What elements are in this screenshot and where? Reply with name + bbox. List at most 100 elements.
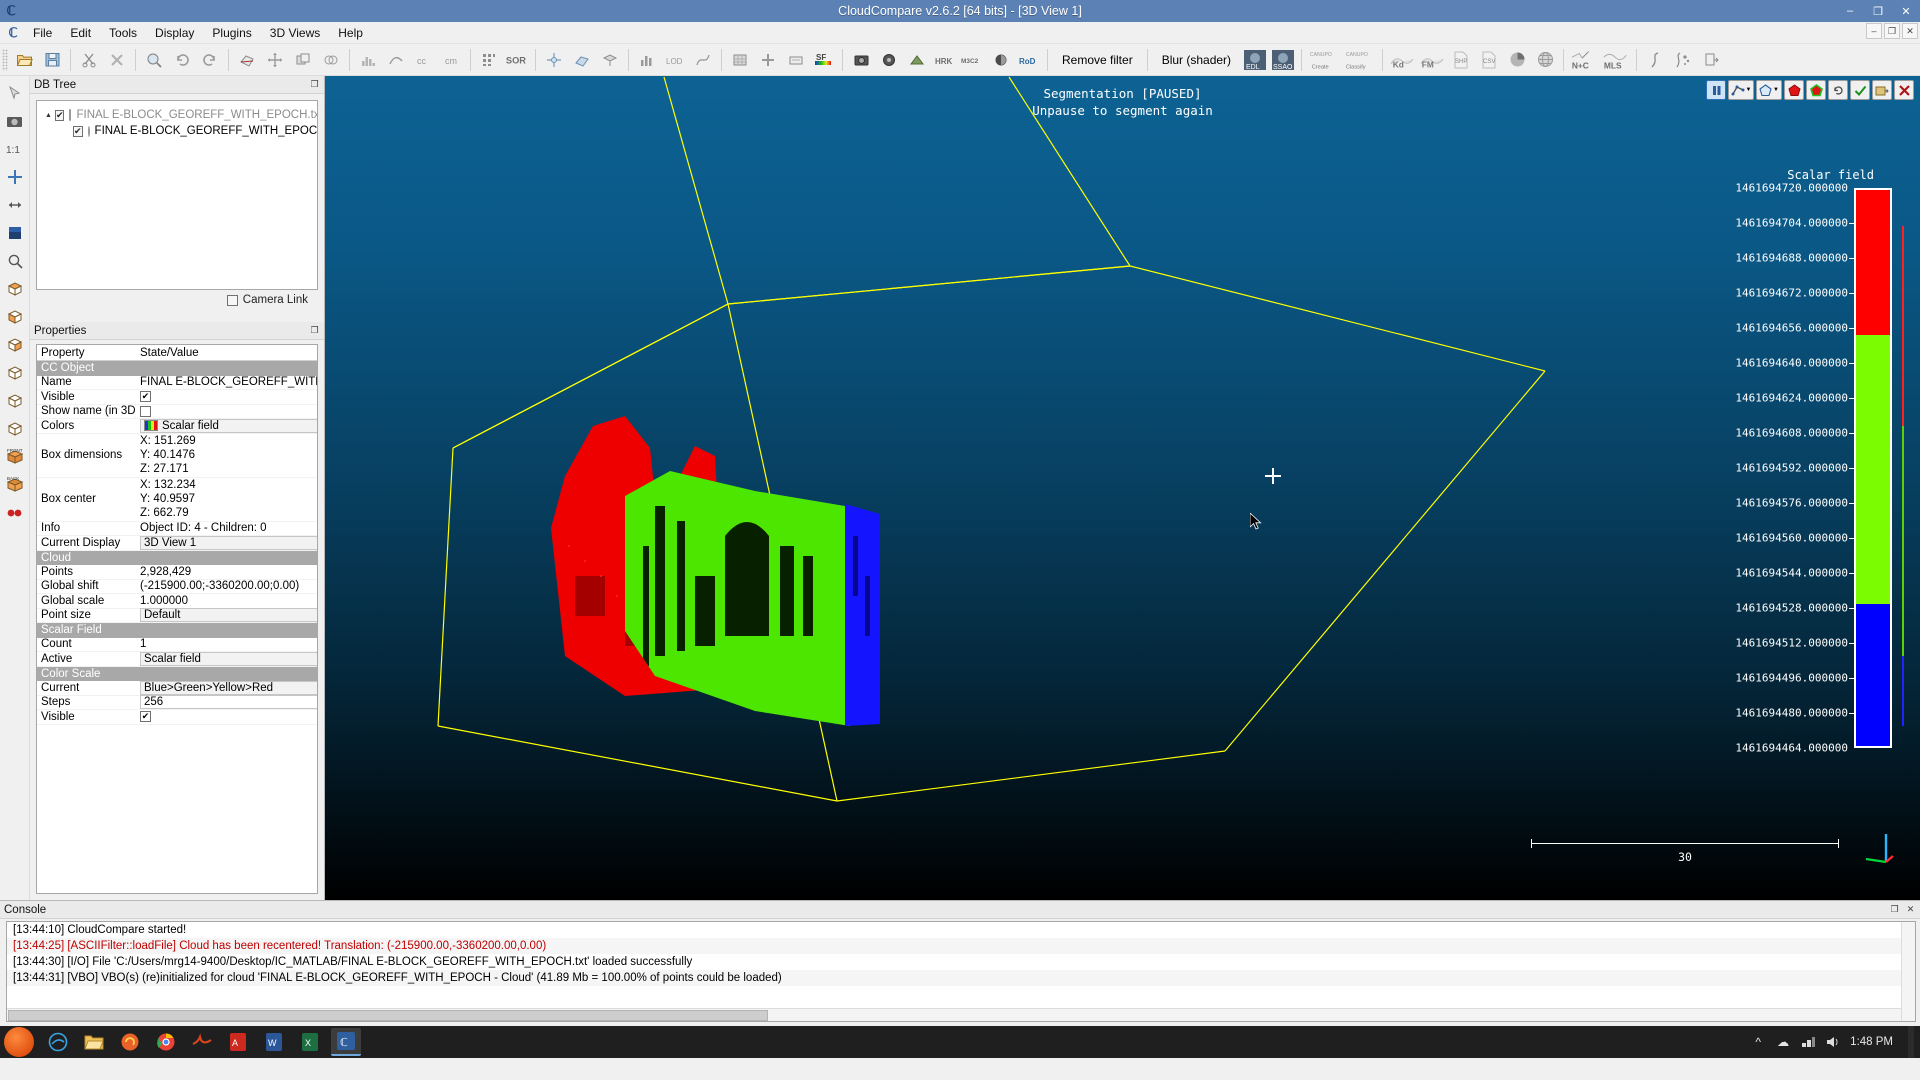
- cancel-segmentation-button[interactable]: [1894, 80, 1914, 100]
- taskbar-chrome-icon[interactable]: [151, 1028, 181, 1056]
- menu-item-tools[interactable]: Tools: [100, 23, 146, 43]
- mls-icon[interactable]: MLS: [1601, 47, 1631, 73]
- show-desktop-button[interactable]: [1908, 1026, 1914, 1058]
- polyline-tool-button[interactable]: ▼: [1728, 80, 1754, 100]
- redo-icon[interactable]: [197, 47, 223, 73]
- pcv-icon[interactable]: [988, 47, 1014, 73]
- globe-icon[interactable]: [1532, 47, 1558, 73]
- toolbar-grip[interactable]: [2, 49, 8, 71]
- compute-distances-icon[interactable]: [383, 47, 409, 73]
- raster-icon[interactable]: [727, 47, 753, 73]
- prop-color-scale-combo[interactable]: Blue>Green>Yellow>Red ▼: [140, 681, 318, 695]
- view-back-labeled-icon[interactable]: BACK: [2, 472, 28, 498]
- view-bottom-icon[interactable]: [2, 304, 28, 330]
- magnifier-icon[interactable]: [2, 248, 28, 274]
- db-tree-file-checkbox[interactable]: [55, 110, 65, 121]
- prop-visible-checkbox[interactable]: ✔: [140, 391, 151, 402]
- merge-icon[interactable]: [318, 47, 344, 73]
- normals-curvature-icon[interactable]: N+C: [1569, 47, 1599, 73]
- open-file-icon[interactable]: [11, 47, 37, 73]
- polygon-select-button[interactable]: ▼: [1756, 80, 1782, 100]
- shp-export-icon[interactable]: SHP: [1448, 47, 1474, 73]
- render-to-file-icon[interactable]: [848, 47, 874, 73]
- stats-icon[interactable]: [634, 47, 660, 73]
- console-body[interactable]: [13:44:10] CloudCompare started! [13:44:…: [6, 921, 1916, 1022]
- reset-segmentation-button[interactable]: [1828, 80, 1848, 100]
- view-top-icon[interactable]: [2, 276, 28, 302]
- expand-triangle-icon[interactable]: ▲: [45, 110, 52, 120]
- ssao-shader-icon[interactable]: SSAO: [1270, 47, 1296, 73]
- confirm-segmentation-button[interactable]: [1850, 80, 1870, 100]
- camera-icon[interactable]: [2, 108, 28, 134]
- taskbar-edge-icon[interactable]: [43, 1028, 73, 1056]
- prop-colors-combo[interactable]: Scalar field ▼: [140, 419, 318, 433]
- rod-icon[interactable]: RoD: [1016, 47, 1042, 73]
- console-hscroll-thumb[interactable]: [8, 1010, 768, 1021]
- maximize-button[interactable]: ❐: [1864, 0, 1892, 22]
- view-back-icon[interactable]: [2, 360, 28, 386]
- hrk-icon[interactable]: HRK: [932, 47, 958, 73]
- pie-icon[interactable]: [1504, 47, 1530, 73]
- zoom-global-icon[interactable]: [141, 47, 167, 73]
- db-tree-node-cloud[interactable]: FINAL E-BLOCK_GEOREFF_WITH_EPOCH - Clo..…: [37, 123, 317, 139]
- menu-item-file[interactable]: File: [24, 23, 61, 43]
- canupo-classify-icon[interactable]: CANUPOClassify: [1343, 47, 1377, 73]
- tray-chevron-icon[interactable]: ^: [1750, 1034, 1766, 1050]
- plane-tool-icon[interactable]: [597, 47, 623, 73]
- console-close-icon[interactable]: ✕: [1904, 903, 1917, 916]
- add-point-icon[interactable]: [755, 47, 781, 73]
- histogram-icon[interactable]: [355, 47, 381, 73]
- edl-shader-icon[interactable]: EDL: [1242, 47, 1268, 73]
- db-tree-node-file[interactable]: ▲ FINAL E-BLOCK_GEOREFF_WITH_EPOCH.txt (…: [37, 107, 317, 123]
- view-left-icon[interactable]: [2, 388, 28, 414]
- delete-icon[interactable]: [104, 47, 130, 73]
- spline-points-icon[interactable]: [1670, 47, 1696, 73]
- prop-scale-visible-checkbox[interactable]: ✔: [140, 711, 151, 722]
- console-horizontal-scrollbar[interactable]: [7, 1008, 1901, 1021]
- prop-active-sf-combo[interactable]: Scalar field ▼: [140, 652, 318, 666]
- taskbar-cloudcompare-icon[interactable]: ℂ: [331, 1028, 361, 1056]
- tray-network-icon[interactable]: [1800, 1034, 1816, 1050]
- menu-item-plugins[interactable]: Plugins: [203, 23, 260, 43]
- console-float-icon[interactable]: ❐: [1888, 903, 1901, 916]
- close-button[interactable]: ✕: [1892, 0, 1920, 22]
- prop-point-size-combo[interactable]: Default ▼: [140, 608, 318, 622]
- taskbar-clock[interactable]: 1:48 PM: [1850, 1026, 1893, 1058]
- csv-export-icon[interactable]: CSV: [1476, 47, 1502, 73]
- properties-float-icon[interactable]: ❐: [308, 324, 321, 337]
- segment-tool-icon[interactable]: [234, 47, 260, 73]
- view-front-icon[interactable]: [2, 332, 28, 358]
- taskbar-firefox-icon[interactable]: [115, 1028, 145, 1056]
- chevron-down-icon[interactable]: ▼: [1746, 87, 1752, 93]
- sf-gradient-icon[interactable]: SF: [811, 47, 837, 73]
- taskbar-explorer-icon[interactable]: [79, 1028, 109, 1056]
- undo-icon[interactable]: [169, 47, 195, 73]
- blur-shader-button[interactable]: Blur (shader): [1152, 48, 1241, 72]
- segment-out-button[interactable]: [1806, 80, 1826, 100]
- db-tree-float-icon[interactable]: ❐: [308, 78, 321, 91]
- tray-onedrive-icon[interactable]: ☁: [1775, 1034, 1791, 1050]
- view-front-labeled-icon[interactable]: FRONT: [2, 444, 28, 470]
- color-ramp-icon[interactable]: [2, 220, 28, 246]
- point-picking-icon[interactable]: [2, 500, 28, 526]
- canupo-create-icon[interactable]: CANUPOCreate: [1307, 47, 1341, 73]
- inner-minimize-button[interactable]: –: [1866, 23, 1882, 39]
- camera-link-checkbox[interactable]: [227, 295, 238, 306]
- 3d-view[interactable]: Segmentation [PAUSED] Unpause to segment…: [325, 76, 1920, 900]
- cut-icon[interactable]: [76, 47, 102, 73]
- sensor-icon[interactable]: [876, 47, 902, 73]
- zoom-1-1-icon[interactable]: 1:1: [2, 136, 28, 162]
- taskbar-excel-icon[interactable]: X: [295, 1028, 325, 1056]
- cc-cc-icon[interactable]: cc: [411, 47, 437, 73]
- view-right-icon[interactable]: [2, 416, 28, 442]
- menu-item-edit[interactable]: Edit: [61, 23, 100, 43]
- fit-quadric-icon[interactable]: [569, 47, 595, 73]
- db-tree-list[interactable]: ▲ FINAL E-BLOCK_GEOREFF_WITH_EPOCH.txt (…: [36, 100, 318, 290]
- fit-plane-icon[interactable]: [541, 47, 567, 73]
- pivot-icon[interactable]: [2, 192, 28, 218]
- taskbar-word-icon[interactable]: W: [259, 1028, 289, 1056]
- camera-link-row[interactable]: Camera Link: [36, 290, 318, 306]
- lod-icon[interactable]: LOD: [662, 47, 688, 73]
- inner-close-button[interactable]: ✕: [1902, 23, 1918, 39]
- prop-steps-field[interactable]: 256: [140, 695, 318, 709]
